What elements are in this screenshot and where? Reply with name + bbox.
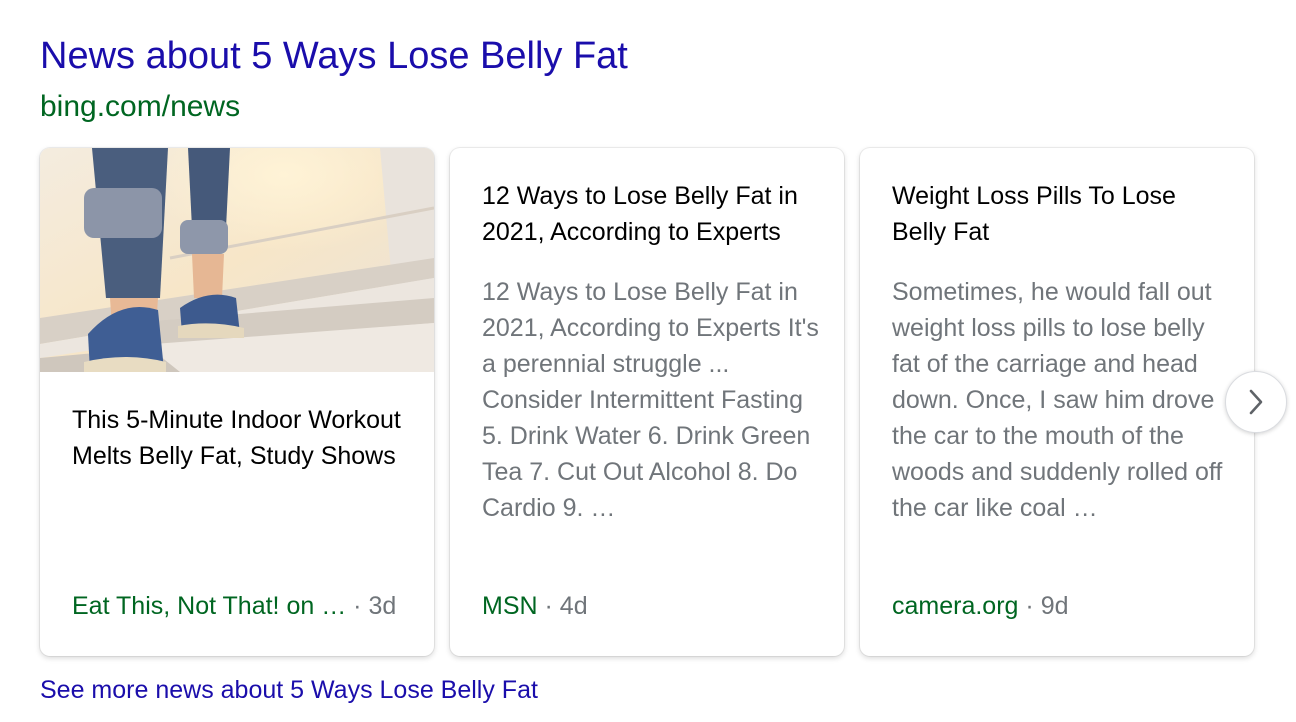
news-age: 4d [559,592,588,620]
news-answer: News about 5 Ways Lose Belly Fat bing.co… [0,0,1296,722]
news-card-title[interactable]: Weight Loss Pills To Lose Belly Fat [892,178,1234,250]
news-card-snippet: 12 Ways to Lose Belly Fat in 2021, Accor… [482,278,819,522]
news-card-meta: MSN · 4d [482,588,824,624]
news-source: Eat This, Not That! on … [72,592,347,620]
news-card-title[interactable]: 12 Ways to Lose Belly Fat in 2021, Accor… [482,178,824,250]
news-source: MSN [482,592,538,620]
meta-separator: · [353,592,369,620]
news-card-meta: Eat This, Not That! on … · 3d [72,588,414,624]
news-card-meta: camera.org · 9d [892,588,1234,624]
news-heading-link[interactable]: News about 5 Ways Lose Belly Fat [40,33,628,79]
see-more-news-link[interactable]: See more news about 5 Ways Lose Belly Fa… [40,674,538,706]
news-age: 3d [368,592,397,620]
news-card-snippet: Sometimes, he would fall out weight loss… [892,278,1223,522]
meta-separator: · [544,592,560,620]
carousel-next-button[interactable] [1225,371,1287,433]
chevron-right-icon [1249,389,1263,415]
news-card[interactable]: This 5-Minute Indoor Workout Melts Belly… [40,148,434,656]
news-age: 9d [1040,592,1069,620]
news-source: camera.org [892,592,1019,620]
news-card-title[interactable]: This 5-Minute Indoor Workout Melts Belly… [72,402,414,474]
meta-separator: · [1025,592,1041,620]
news-thumbnail[interactable] [40,148,434,372]
news-card[interactable]: 12 Ways to Lose Belly Fat in 2021, Accor… [450,148,844,656]
news-card[interactable]: Weight Loss Pills To Lose Belly Fat Some… [860,148,1254,656]
source-url: bing.com/news [40,90,241,123]
